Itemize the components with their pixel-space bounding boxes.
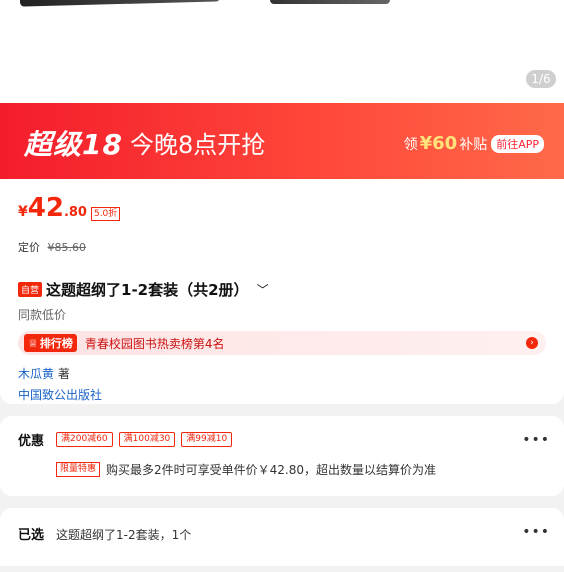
- coupon-tag[interactable]: 满99减10: [181, 432, 233, 447]
- trophy-icon: ♕: [28, 336, 38, 350]
- limited-offer-text: 购买最多2件时可享受单件价￥42.80，超出数量以结算价为准: [106, 463, 437, 477]
- coupon-amount: ¥60: [419, 133, 458, 154]
- self-operated-tag: 自营: [18, 282, 43, 297]
- original-price-value: ¥85.60: [47, 241, 87, 254]
- coupon-suffix: 补贴: [459, 136, 488, 153]
- product-image-left: [19, 0, 221, 7]
- banner-title: 超级18: [24, 128, 123, 161]
- price-decimal: .80: [63, 205, 87, 220]
- limited-offer-row: 限量特惠 购买最多2件时可享受单件价￥42.80，超出数量以结算价为准: [56, 461, 436, 478]
- coupon-list: 满200减60 满100减30 满99减10: [56, 432, 238, 447]
- more-icon[interactable]: •••: [522, 524, 550, 540]
- product-title-row[interactable]: 自营 这题超纲了1-2套装（共2册） ﹀: [18, 279, 546, 300]
- coupon-tag[interactable]: 满100减30: [118, 432, 176, 447]
- promotions-card[interactable]: 优惠 满200减60 满100减30 满99减10 限量特惠 购买最多2件时可享…: [0, 416, 564, 496]
- ranking-tag-label: 排行榜: [39, 337, 73, 350]
- ranking-text: 青春校园图书热卖榜第4名: [84, 336, 225, 351]
- selected-value: 这题超纲了1-2套装，1个: [56, 528, 192, 542]
- product-image-right: [270, 0, 390, 4]
- banner-subtitle: 今晚8点开抢: [130, 131, 266, 159]
- price-currency: ¥: [18, 204, 28, 220]
- product-gallery[interactable]: 1/6: [0, 0, 564, 103]
- coupon-tag[interactable]: 满200减60: [56, 432, 113, 447]
- low-price-text: 同款低价: [18, 308, 67, 322]
- chevron-right-icon[interactable]: ›: [526, 337, 538, 349]
- author-row: 木瓜黄 著: [18, 365, 546, 382]
- coupon-prefix: 领: [403, 136, 418, 153]
- discount-badge: 5.0折: [90, 207, 121, 221]
- author-link[interactable]: 木瓜黄: [18, 367, 54, 381]
- price: ¥ 42 .80 5.0折: [18, 193, 546, 223]
- promo-banner[interactable]: 超级18 今晚8点开抢 领 ¥60 补贴 前往APP: [0, 103, 564, 179]
- ranking-tag: ♕ 排行榜: [24, 334, 77, 352]
- limited-offer-tag: 限量特惠: [56, 462, 101, 477]
- original-price-label: 定价: [18, 241, 40, 254]
- product-info-card: ¥ 42 .80 5.0折 定价 ¥85.60 自营 这题超纲了1-2套装（共2…: [0, 179, 564, 404]
- open-app-button[interactable]: 前往APP: [491, 134, 544, 153]
- publisher-link[interactable]: 中国致公出版社: [18, 386, 546, 403]
- ranking-bar[interactable]: ♕ 排行榜 青春校园图书热卖榜第4名 ›: [18, 331, 546, 355]
- chevron-down-icon[interactable]: ﹀: [257, 281, 269, 298]
- gallery-pager: 1/6: [526, 70, 556, 88]
- banner-coupon[interactable]: 领 ¥60 补贴 前往APP: [404, 133, 544, 154]
- original-price: 定价 ¥85.60: [18, 239, 546, 255]
- price-integer: 42: [27, 193, 64, 223]
- selected-spec-card[interactable]: 已选 这题超纲了1-2套装，1个 •••: [0, 508, 564, 566]
- more-icon[interactable]: •••: [522, 432, 550, 448]
- author-suffix: 著: [57, 367, 70, 381]
- product-title: 这题超纲了1-2套装（共2册）: [46, 281, 249, 299]
